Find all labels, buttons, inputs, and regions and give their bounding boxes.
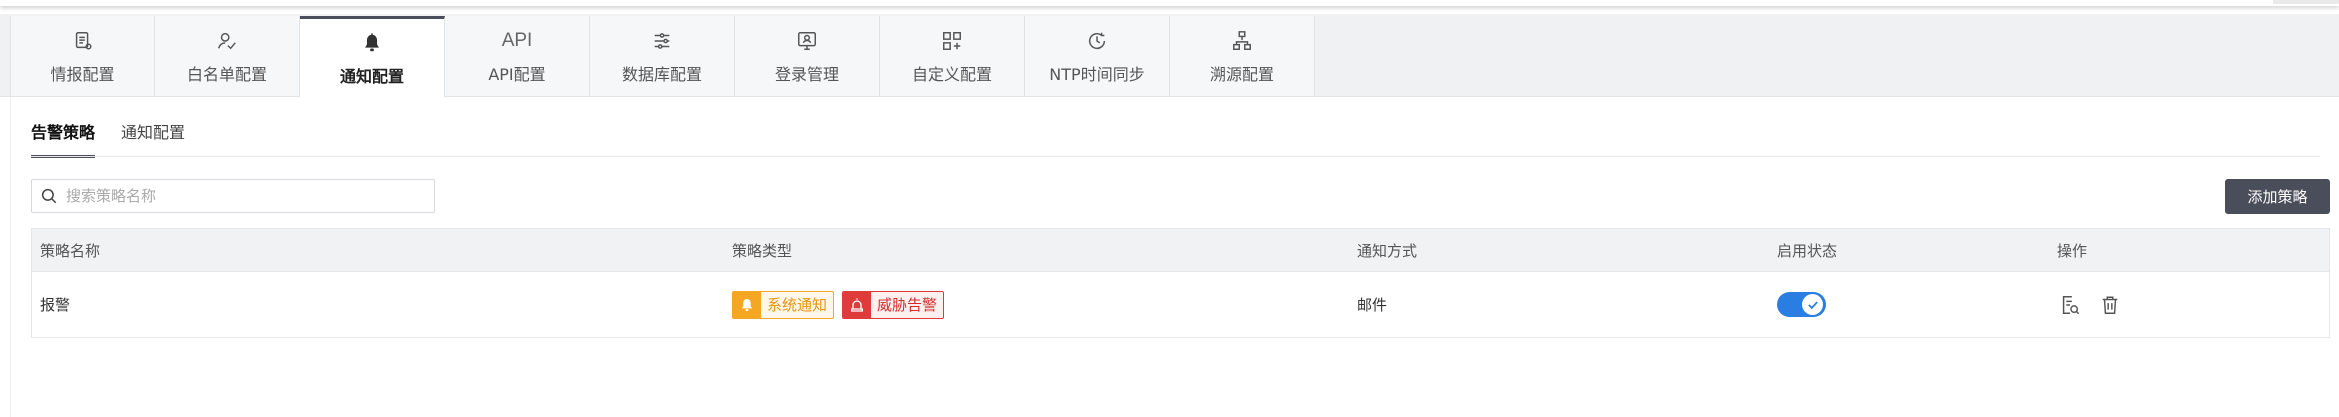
tag-label: 系统通知 [767,296,828,314]
tab-label: 登录管理 [774,64,839,84]
bell-icon [733,291,761,318]
delete-icon[interactable] [2097,292,2123,318]
toggle-knob [1802,294,1823,315]
policy-table: 策略名称 策略类型 通知方式 启用状态 操作 报警 系统通知 威胁告警 邮件 [31,228,2330,338]
check-icon [1807,300,1818,309]
tab-label: API配置 [488,64,546,84]
config-tab-bar: 情报配置 白名单配置 通知配置 API API配置 数据库配置 登录管理 自定义… [0,14,2339,98]
policy-name: 报警 [40,296,71,314]
actions-cell [2057,272,2137,337]
view-details-icon[interactable] [2057,292,2083,318]
user-check-icon [214,28,240,54]
enabled-toggle[interactable] [1777,292,1826,317]
tag-label: 威胁告警 [877,296,938,314]
policy-types: 系统通知 威胁告警 [732,272,952,337]
tab-notify-config[interactable]: 通知配置 [300,16,445,98]
tag-system-notify: 系统通知 [732,290,835,319]
status-cell [1777,272,1826,337]
tab-ntp-sync[interactable]: NTP时间同步 [1025,16,1170,96]
notify-method: 邮件 [1357,296,1388,314]
table-header: 策略名称 策略类型 通知方式 启用状态 操作 [32,229,2329,272]
tab-label: 溯源配置 [1209,64,1274,84]
alarm-icon [843,291,872,318]
column-header-actions: 操作 [2057,241,2088,260]
column-header-notify-method: 通知方式 [1357,241,1418,260]
add-policy-button[interactable]: 添加策略 [2225,179,2330,214]
subtab-alert-policy[interactable]: 告警策略 [31,119,96,158]
tab-login-management[interactable]: 登录管理 [735,16,880,96]
table-row: 报警 系统通知 威胁告警 邮件 [32,272,2329,337]
search-input[interactable] [64,186,408,206]
database-settings-icon [649,28,675,54]
search-box [31,179,435,213]
tab-label: 数据库配置 [621,64,702,84]
tab-whitelist-config[interactable]: 白名单配置 [155,16,300,96]
main-content: 告警策略 通知配置 添加策略 策略名称 策略类型 通知方式 启用状态 操作 报警… [10,97,2330,417]
subtab-notify-config[interactable]: 通知配置 [121,119,185,158]
tab-database-config[interactable]: 数据库配置 [590,16,735,96]
document-icon [70,28,96,54]
top-shadow-bar [0,0,2339,6]
tab-label: 自定义配置 [911,64,992,84]
login-monitor-icon [794,28,820,54]
column-header-name: 策略名称 [40,241,101,260]
tab-label: 白名单配置 [186,64,267,84]
config-tabs: 情报配置 白名单配置 通知配置 API API配置 数据库配置 登录管理 自定义… [10,16,1315,98]
column-header-status: 启用状态 [1777,241,1838,260]
network-tree-icon [1229,28,1255,54]
tab-api-config[interactable]: API API配置 [445,16,590,96]
tab-label: 情报配置 [50,64,115,84]
bell-icon [359,30,385,56]
api-icon: API [501,28,533,54]
search-icon [41,188,57,204]
tab-custom-config[interactable]: 自定义配置 [880,16,1025,96]
api-icon-text: API [501,29,533,51]
subtabs: 告警策略 通知配置 [31,119,185,158]
column-header-type: 策略类型 [732,241,793,260]
tab-label: NTP时间同步 [1049,64,1145,84]
tag-threat-alert: 威胁告警 [842,290,945,319]
tab-label: 通知配置 [339,67,404,86]
top-right-strip [2273,0,2339,4]
subtab-divider [31,156,2320,157]
custom-grid-icon [939,28,965,54]
tab-intel-config[interactable]: 情报配置 [10,16,155,96]
tab-trace-config[interactable]: 溯源配置 [1170,16,1315,96]
clock-sync-icon [1084,28,1110,54]
